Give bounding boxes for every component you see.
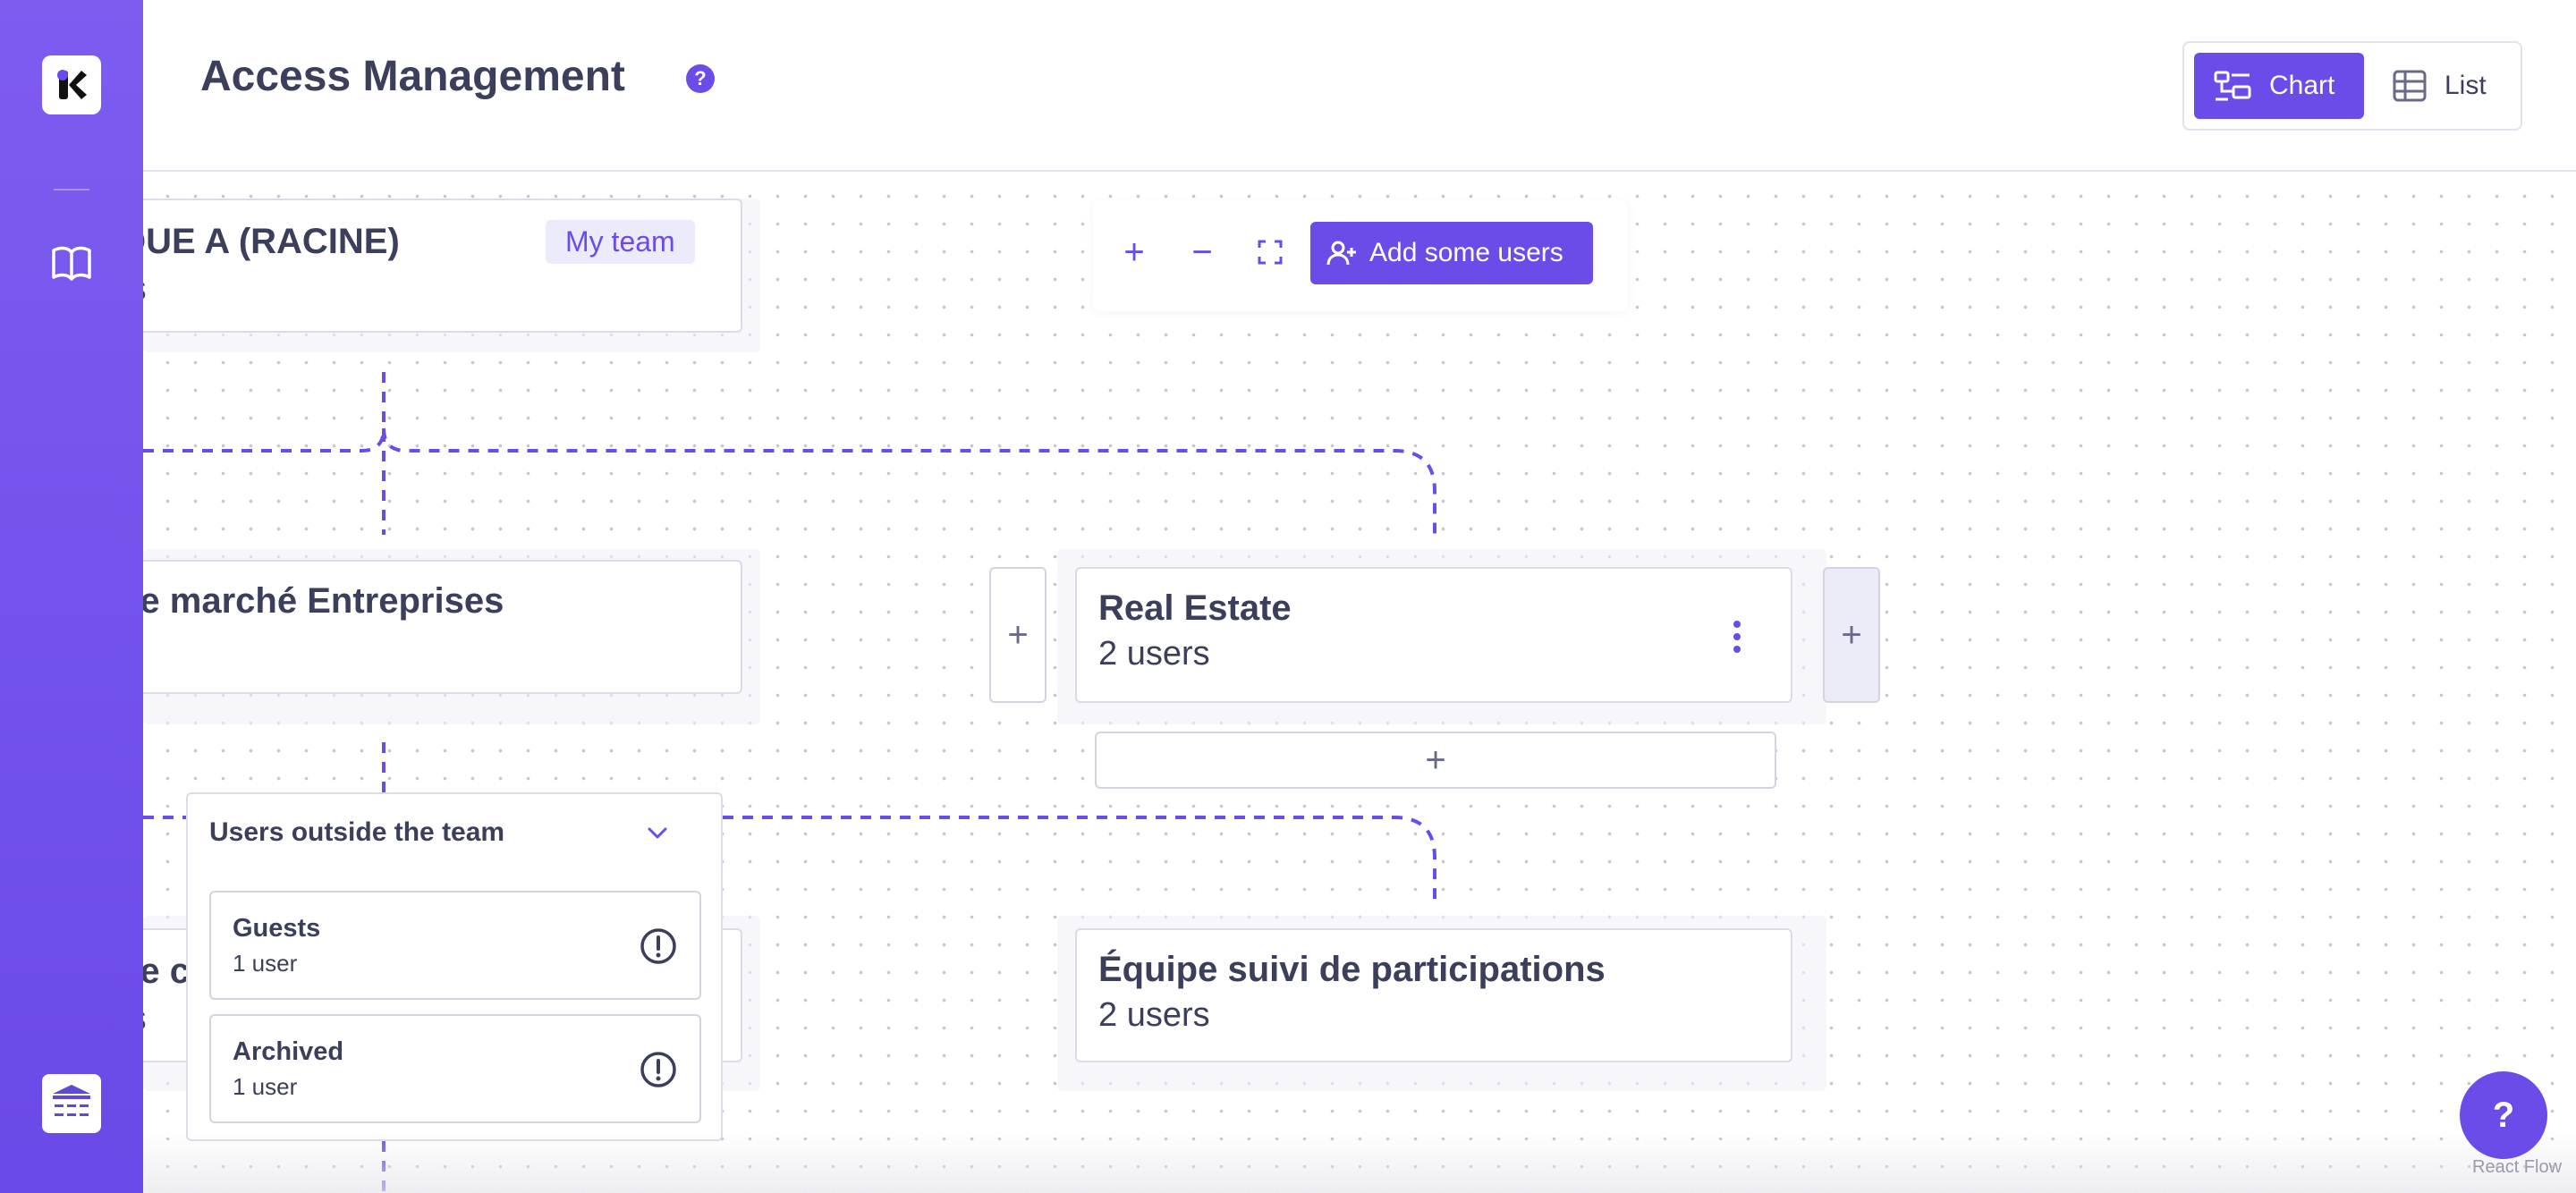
users-outside-team-title[interactable]: Users outside the team (209, 817, 504, 848)
alert-circle-icon (640, 928, 676, 964)
add-sibling-right-button[interactable]: + (1823, 567, 1880, 703)
users-outside-team-panel: Users outside the team Guests 1 user Arc… (186, 792, 723, 1141)
node-real-estate-title: Real Estate (1098, 588, 1292, 628)
add-users-label: Add some users (1369, 238, 1563, 267)
archived-label: Archived (233, 1037, 344, 1066)
sidebar (0, 0, 143, 1193)
chart-controls: + − Add some users (1093, 200, 1628, 311)
page-title: Access Management (200, 53, 625, 100)
help-button[interactable]: ? (2460, 1071, 2547, 1159)
react-flow-attribution[interactable]: React Flow (2472, 1157, 2562, 1178)
node-real-estate-subtitle: 2 users (1098, 635, 1210, 673)
page-header: Access Management ? Chart List (143, 0, 2576, 172)
chevron-down-icon[interactable] (644, 819, 671, 846)
node-participations-subtitle: 2 users (1098, 996, 1210, 1034)
add-sibling-left-button[interactable]: + (989, 567, 1046, 703)
node-participations[interactable]: Équipe suivi de participations 2 users (1075, 928, 1792, 1062)
node-participations-title: Équipe suivi de participations (1098, 950, 1606, 989)
my-team-badge: My team (546, 220, 695, 264)
zoom-out-button[interactable]: − (1177, 227, 1227, 277)
org-chart-icon (2214, 71, 2251, 101)
help-icon[interactable]: ? (686, 64, 715, 93)
logo-mark-icon (57, 70, 87, 99)
chart-view-label: Chart (2269, 71, 2335, 100)
table-icon (2393, 70, 2427, 102)
app-logo[interactable] (42, 55, 101, 114)
list-view-button[interactable]: List (2373, 53, 2516, 119)
node-enterprises-title: pe marché Entreprises (143, 581, 504, 621)
fullscreen-icon (1258, 240, 1283, 265)
list-view-label: List (2445, 71, 2487, 100)
node-enterprises[interactable]: pe marché Entreprises (143, 560, 742, 694)
add-child-button[interactable]: + (1095, 732, 1776, 789)
node-participations-wrap: Équipe suivi de participations 2 users (1057, 916, 1826, 1091)
sidebar-divider (54, 189, 89, 190)
guests-item[interactable]: Guests 1 user (209, 891, 701, 1000)
node-left-bottom-subtitle: rs (143, 1000, 147, 1038)
node-left-bottom-title: pe c (143, 952, 191, 991)
node-root-subtitle: rs (143, 270, 147, 309)
node-real-estate[interactable]: Real Estate 2 users (1075, 567, 1792, 703)
more-options-icon[interactable] (1730, 619, 1744, 655)
chart-view-button[interactable]: Chart (2194, 53, 2364, 119)
node-root-title: QUE A (RACINE) (143, 222, 400, 261)
add-users-button[interactable]: Add some users (1310, 222, 1593, 284)
archived-count: 1 user (233, 1073, 298, 1100)
view-toggle: Chart List (2182, 41, 2522, 131)
node-enterprises-wrap: pe marché Entreprises (143, 549, 760, 724)
guests-count: 1 user (233, 950, 298, 977)
fit-view-button[interactable] (1245, 227, 1295, 277)
canvas-bottom-shadow (143, 1130, 2576, 1193)
book-icon[interactable] (50, 245, 93, 283)
node-root[interactable]: QUE A (RACINE) rs My team (143, 199, 742, 333)
node-root-wrap: QUE A (RACINE) rs My team (143, 199, 760, 352)
archived-item[interactable]: Archived 1 user (209, 1014, 701, 1123)
zoom-in-button[interactable]: + (1109, 227, 1159, 277)
alert-circle-icon (640, 1052, 676, 1087)
organization-icon[interactable] (42, 1074, 101, 1133)
org-chart-canvas[interactable]: QUE A (RACINE) rs My team pe marché Entr… (143, 173, 2576, 1193)
guests-label: Guests (233, 914, 321, 943)
add-user-icon (1326, 241, 1356, 266)
